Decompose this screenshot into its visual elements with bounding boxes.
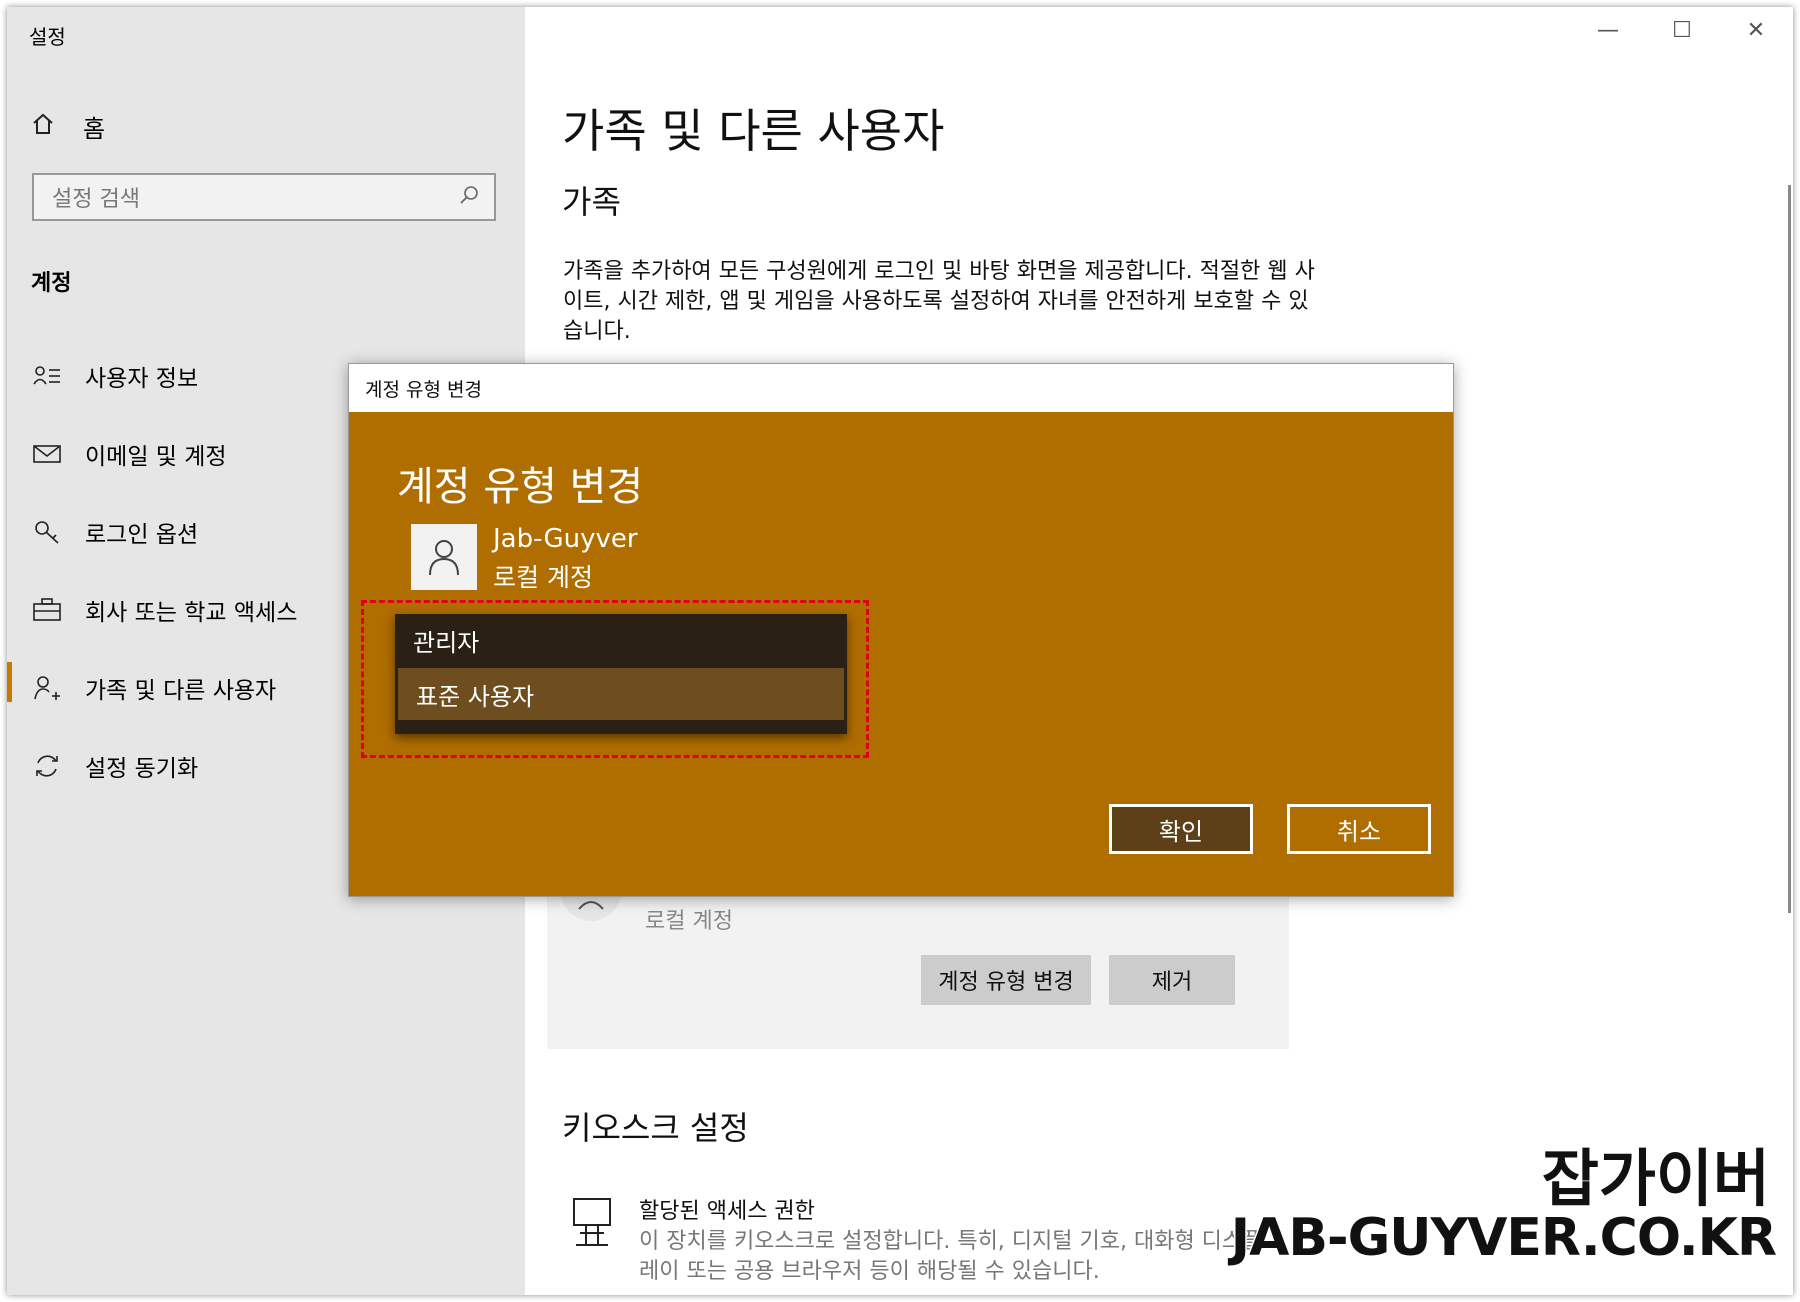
change-account-type-button[interactable]: 계정 유형 변경 [921, 955, 1091, 1005]
cancel-button[interactable]: 취소 [1287, 804, 1431, 854]
maximize-button[interactable]: ☐ [1645, 7, 1719, 53]
home-label: 홈 [83, 115, 106, 143]
user-account-type: 로컬 계정 [645, 909, 733, 934]
option-administrator[interactable]: 관리자 [395, 614, 847, 666]
sidebar-item-sync[interactable]: 설정 동기화 [31, 749, 198, 783]
avatar [411, 524, 477, 590]
user-info-icon [31, 364, 63, 388]
change-account-type-dialog: 계정 유형 변경 계정 유형 변경 Jab-Guyver 로컬 계정 관리자 표… [348, 363, 1454, 897]
family-description: 가족을 추가하여 모든 구성원에게 로그인 및 바탕 화면을 제공합니다. 적절… [563, 259, 1315, 344]
dialog-heading: 계정 유형 변경 [397, 464, 644, 510]
minimize-button[interactable]: — [1571, 7, 1645, 53]
dialog-titlebar: 계정 유형 변경 [349, 364, 1453, 412]
window-title: 설정 [29, 25, 66, 49]
sidebar-item-label: 로그인 옵션 [85, 522, 199, 548]
search-placeholder: 설정 검색 [52, 187, 140, 212]
sidebar-item-work-school[interactable]: 회사 또는 학교 액세스 [31, 593, 297, 627]
search-input[interactable]: 설정 검색 [32, 173, 496, 221]
close-button[interactable]: ✕ [1719, 7, 1793, 53]
dialog-user-account: 로컬 계정 [493, 563, 593, 592]
kiosk-icon [572, 1197, 612, 1253]
scrollbar[interactable] [1788, 185, 1791, 913]
mail-icon [31, 443, 63, 465]
sidebar-item-user-info[interactable]: 사용자 정보 [31, 359, 198, 393]
watermark-url: JAB-GUYVER.CO.KR [1229, 1207, 1778, 1270]
account-type-dropdown[interactable]: 관리자 표준 사용자 [395, 614, 847, 734]
person-add-icon [31, 675, 63, 701]
sidebar-item-label: 회사 또는 학교 액세스 [85, 600, 298, 626]
key-icon [31, 519, 63, 545]
option-standard-user[interactable]: 표준 사용자 [398, 668, 844, 720]
dialog-user-name: Jab-Guyver [493, 524, 638, 554]
sync-icon [31, 752, 63, 780]
user-card: 로컬 계정 계정 유형 변경 제거 [547, 887, 1289, 1049]
home-nav-item[interactable]: 홈 [31, 109, 105, 144]
home-icon [31, 112, 55, 142]
sidebar-item-family[interactable]: 가족 및 다른 사용자 [31, 671, 276, 705]
section-heading-accounts: 계정 [31, 271, 72, 296]
page-title: 가족 및 다른 사용자 [562, 104, 945, 158]
ok-button[interactable]: 확인 [1109, 804, 1253, 854]
sidebar-item-sign-in-options[interactable]: 로그인 옵션 [31, 515, 198, 549]
sidebar-item-label: 설정 동기화 [85, 756, 199, 782]
kiosk-heading: 키오스크 설정 [562, 1109, 749, 1147]
assigned-access-description: 이 장치를 키오스크로 설정합니다. 특히, 디지털 기호, 대화형 디스플레이… [639, 1229, 1263, 1284]
search-icon [458, 184, 480, 210]
window-controls: — ☐ ✕ [1571, 7, 1793, 53]
sidebar-item-label: 이메일 및 계정 [85, 444, 227, 470]
sidebar-item-email[interactable]: 이메일 및 계정 [31, 437, 227, 471]
family-heading: 가족 [562, 183, 621, 221]
briefcase-icon [31, 598, 63, 622]
watermark-korean: 잡가이버 [1540, 1141, 1771, 1217]
dialog-user: Jab-Guyver 로컬 계정 [411, 524, 638, 594]
sidebar-item-label: 가족 및 다른 사용자 [85, 678, 277, 704]
active-indicator [7, 662, 12, 702]
remove-button[interactable]: 제거 [1109, 955, 1235, 1005]
sidebar-item-label: 사용자 정보 [85, 366, 199, 392]
assigned-access-link[interactable]: 할당된 액세스 권한 [639, 1193, 815, 1225]
